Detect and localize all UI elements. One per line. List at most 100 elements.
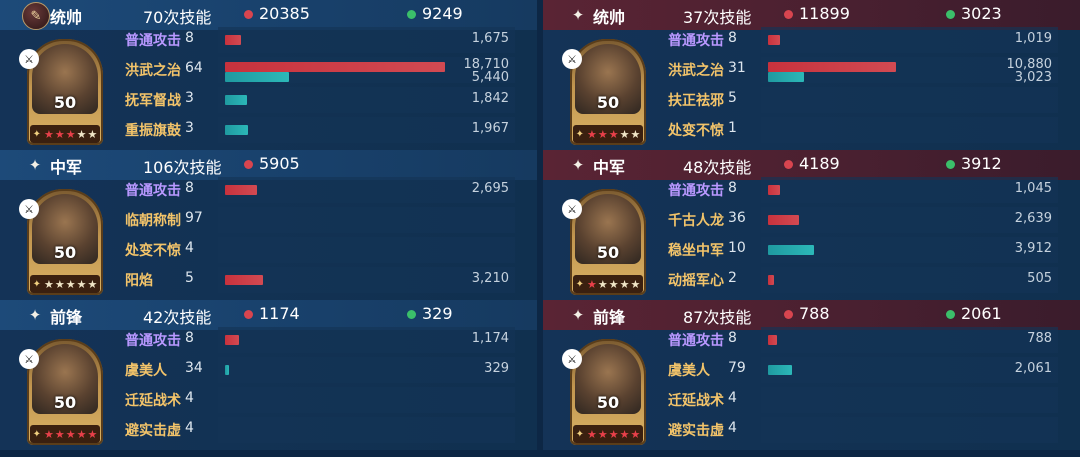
heal-value: 3,023 xyxy=(1014,70,1052,85)
skill-cast-count: 1 xyxy=(728,120,737,136)
damage-bar xyxy=(768,185,781,195)
damage-total: 4189 xyxy=(799,154,840,173)
damage-bar xyxy=(225,35,241,45)
skill-row: 普通攻击 8 1,045 xyxy=(543,175,1080,205)
skill-cast-count: 4 xyxy=(185,390,194,406)
skill-cast-count: 8 xyxy=(185,30,194,46)
skill-row: 稳坐中军 10 3,912 xyxy=(543,235,1080,265)
skill-name: 动摇军心 xyxy=(668,273,724,289)
skill-row-track xyxy=(761,357,1058,383)
skill-row: 扶正祛邪 5 xyxy=(543,85,1080,115)
heal-bar xyxy=(225,72,289,82)
damage-total: 1174 xyxy=(259,304,300,323)
skill-name: 迁延战术 xyxy=(668,393,724,409)
skill-row-track xyxy=(761,177,1058,203)
heal-bar xyxy=(225,365,229,375)
skill-row-track xyxy=(218,27,515,53)
skill-cast-count: 4 xyxy=(728,390,737,406)
skill-name: 普通攻击 xyxy=(125,333,181,349)
general-section-1: ✦ 中军 106次技能 5905 50 ✦ ★ ★ ★ ★ ★ ⚔ 普通攻击 8 2,695 临朝称制 97 处变… xyxy=(0,150,537,300)
damage-dot-icon xyxy=(244,160,253,169)
damage-total: 788 xyxy=(799,304,830,323)
skill-row: 临朝称制 97 xyxy=(0,205,537,235)
damage-value: 2,695 xyxy=(471,181,509,196)
damage-bar xyxy=(768,275,774,285)
heal-bar xyxy=(768,365,793,375)
damage-bar xyxy=(225,275,263,285)
skill-name: 千古人龙 xyxy=(668,213,724,229)
skill-cast-count: 2 xyxy=(728,270,737,286)
heal-dot-icon xyxy=(407,310,416,319)
heal-bar xyxy=(768,245,814,255)
skill-cast-count: 34 xyxy=(185,360,203,376)
skill-cast-count: 8 xyxy=(728,180,737,196)
skill-row-track xyxy=(218,417,515,443)
damage-bar xyxy=(225,185,257,195)
skill-row: 动摇军心 2 505 xyxy=(543,265,1080,295)
skill-row: 重振旗鼓 3 1,967 xyxy=(0,115,537,145)
damage-total: 5905 xyxy=(259,154,300,173)
skill-cast-count: 97 xyxy=(185,210,203,226)
damage-dot-icon xyxy=(244,10,253,19)
skill-row-track xyxy=(218,207,515,233)
skill-name: 避实击虚 xyxy=(668,423,724,439)
skill-cast-count: 79 xyxy=(728,360,746,376)
skill-row-track xyxy=(761,87,1058,113)
damage-bar xyxy=(225,335,239,345)
damage-value: 1,045 xyxy=(1014,181,1052,196)
skill-row: 迁延战术 4 xyxy=(543,385,1080,415)
skill-row-track xyxy=(218,327,515,353)
skill-row: 洪武之治 64 18,710 5,440 xyxy=(0,55,537,85)
skill-row-track xyxy=(218,387,515,413)
skill-row: 普通攻击 8 788 xyxy=(543,325,1080,355)
heal-dot-icon xyxy=(946,160,955,169)
general-section-0: ✎ 统帅 70次技能 20385 9249 50 ✦ ★ ★ ★ ★ ★ ⚔ 普通攻击 8 1,675 洪武之治… xyxy=(0,0,537,150)
skill-name: 迁延战术 xyxy=(125,393,181,409)
skill-cast-count: 64 xyxy=(185,60,203,76)
skill-row: 迁延战术 4 xyxy=(0,385,537,415)
skill-name: 普通攻击 xyxy=(125,183,181,199)
skill-row-track xyxy=(761,27,1058,53)
damage-bar xyxy=(768,215,800,225)
skill-row: 普通攻击 8 2,695 xyxy=(0,175,537,205)
damage-dot-icon xyxy=(784,10,793,19)
damage-bar xyxy=(768,335,778,345)
general-section-0: ✦ 统帅 37次技能 11899 3023 50 ✦ ★ ★ ★ ★ ★ ⚔ 普通攻击 8 1,019 洪武之治… xyxy=(543,0,1080,150)
damage-dot-icon xyxy=(244,310,253,319)
heal-value: 5,440 xyxy=(471,70,509,85)
skill-name: 稳坐中军 xyxy=(668,243,724,259)
heal-dot-icon xyxy=(407,10,416,19)
skill-name: 重振旗鼓 xyxy=(125,123,181,139)
skill-row: 普通攻击 8 1,174 xyxy=(0,325,537,355)
skill-cast-count: 5 xyxy=(185,270,194,286)
skill-row: 处变不惊 4 xyxy=(0,235,537,265)
general-section-1: ✦ 中军 48次技能 4189 3912 50 ✦ ★ ★ ★ ★ ★ ⚔ 普通攻击 8 1,045 千古人龙 3… xyxy=(543,150,1080,300)
heal-total: 3912 xyxy=(961,154,1002,173)
damage-total: 11899 xyxy=(799,4,850,23)
skill-row: 避实击虚 4 xyxy=(543,415,1080,445)
heal-total: 9249 xyxy=(422,4,463,23)
skill-name: 普通攻击 xyxy=(125,33,181,49)
damage-dot-icon xyxy=(784,160,793,169)
damage-bar xyxy=(225,62,445,72)
skill-cast-count: 3 xyxy=(185,120,194,136)
skill-row: 虞美人 79 2,061 xyxy=(543,355,1080,385)
skill-row-track xyxy=(761,207,1058,233)
skill-row: 抚军督战 3 1,842 xyxy=(0,85,537,115)
skill-name: 普通攻击 xyxy=(668,333,724,349)
skill-row: 普通攻击 8 1,675 xyxy=(0,25,537,55)
skill-row-track xyxy=(218,357,515,383)
skill-row: 虞美人 34 329 xyxy=(0,355,537,385)
heal-dot-icon xyxy=(946,310,955,319)
damage-dot-icon xyxy=(784,310,793,319)
skill-cast-count: 8 xyxy=(728,330,737,346)
skill-name: 临朝称制 xyxy=(125,213,181,229)
right-team-panel: ✦ 统帅 37次技能 11899 3023 50 ✦ ★ ★ ★ ★ ★ ⚔ 普通攻击 8 1,019 洪武之治… xyxy=(543,0,1080,457)
skill-row: 千古人龙 36 2,639 xyxy=(543,205,1080,235)
skill-row: 洪武之治 31 10,880 3,023 xyxy=(543,55,1080,85)
skill-name: 普通攻击 xyxy=(668,33,724,49)
damage-value: 2,639 xyxy=(1014,211,1052,226)
damage-value: 505 xyxy=(1027,271,1052,286)
skill-row-track xyxy=(218,177,515,203)
skill-name: 处变不惊 xyxy=(668,123,724,139)
